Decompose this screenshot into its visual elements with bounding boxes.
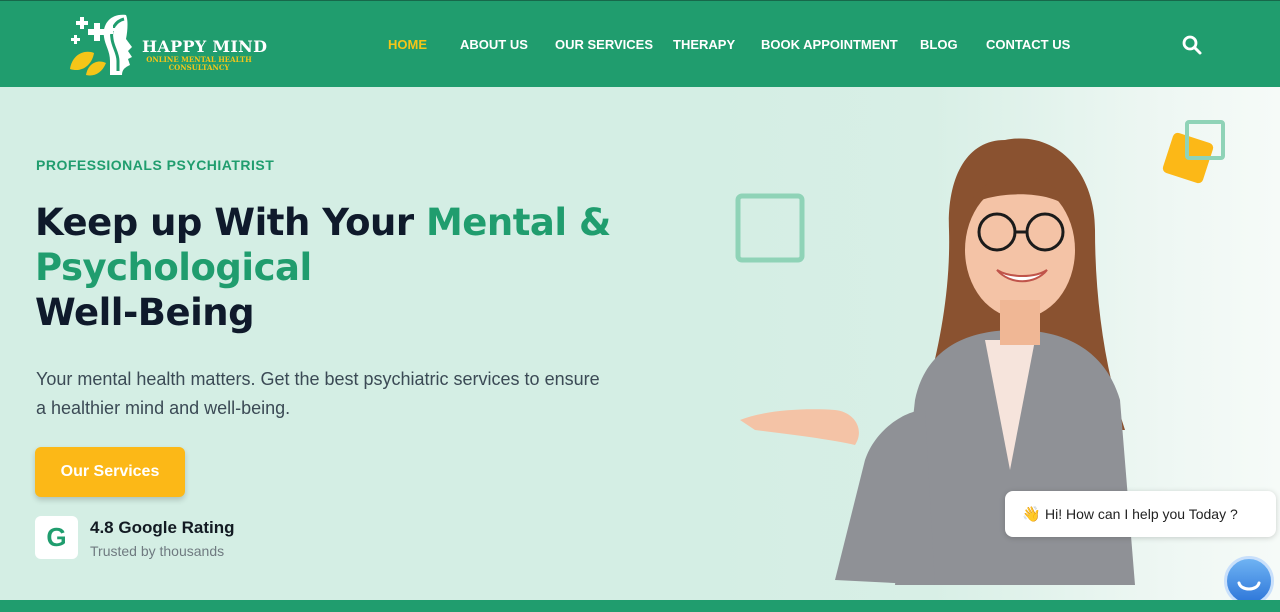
hero-eyebrow: PROFESSIONALS PSYCHIATRIST xyxy=(36,157,275,173)
google-g-icon: G xyxy=(46,522,67,552)
rating-subtitle: Trusted by thousands xyxy=(90,543,225,559)
nav-item-therapy[interactable]: THERAPY xyxy=(673,37,735,52)
hero-description: Your mental health matters. Get the best… xyxy=(36,369,600,418)
decor-square-outline xyxy=(735,193,805,263)
chat-launcher-button[interactable] xyxy=(1224,556,1274,606)
chat-widget-bubble[interactable]: 👋 Hi! How can I help you Today ? xyxy=(1005,491,1276,537)
nav-item-our-services[interactable]: OUR SERVICES xyxy=(555,37,653,52)
hero-headline: Keep up With Your Mental & Psychological… xyxy=(35,200,655,335)
brand-tagline: ONLINE MENTAL HEALTH CONSULTANCY xyxy=(134,56,264,72)
chat-greeting: Hi! How can I help you Today ? xyxy=(1045,506,1238,522)
nav-item-book-appointment[interactable]: BOOK APPOINTMENT xyxy=(761,37,898,52)
wave-emoji: 👋 xyxy=(1022,506,1041,523)
search-icon xyxy=(1182,35,1202,55)
search-button[interactable] xyxy=(1181,34,1203,56)
headline-part1: Keep up With Your xyxy=(35,201,426,244)
our-services-button[interactable]: Our Services xyxy=(35,447,185,497)
brand-tagline-line2: CONSULTANCY xyxy=(168,63,230,72)
site-logo[interactable]: HAPPY MIND ONLINE MENTAL HEALTH CONSULTA… xyxy=(66,9,268,81)
nav-item-contact-us[interactable]: CONTACT US xyxy=(986,37,1070,52)
chat-bot-icon xyxy=(1237,581,1261,591)
nav-item-home[interactable]: HOME xyxy=(388,37,427,52)
nav-item-blog[interactable]: BLOG xyxy=(920,37,958,52)
google-badge: G xyxy=(35,516,78,559)
nav-item-about-us[interactable]: ABOUT US xyxy=(460,37,528,52)
top-navbar: HAPPY MIND ONLINE MENTAL HEALTH CONSULTA… xyxy=(0,0,1280,87)
headline-part2: Well-Being xyxy=(35,291,255,334)
rating-title: 4.8 Google Rating xyxy=(90,518,235,537)
logo-head-icon xyxy=(70,14,132,76)
brand-name: HAPPY MIND xyxy=(142,37,268,56)
section-divider xyxy=(0,600,1280,612)
